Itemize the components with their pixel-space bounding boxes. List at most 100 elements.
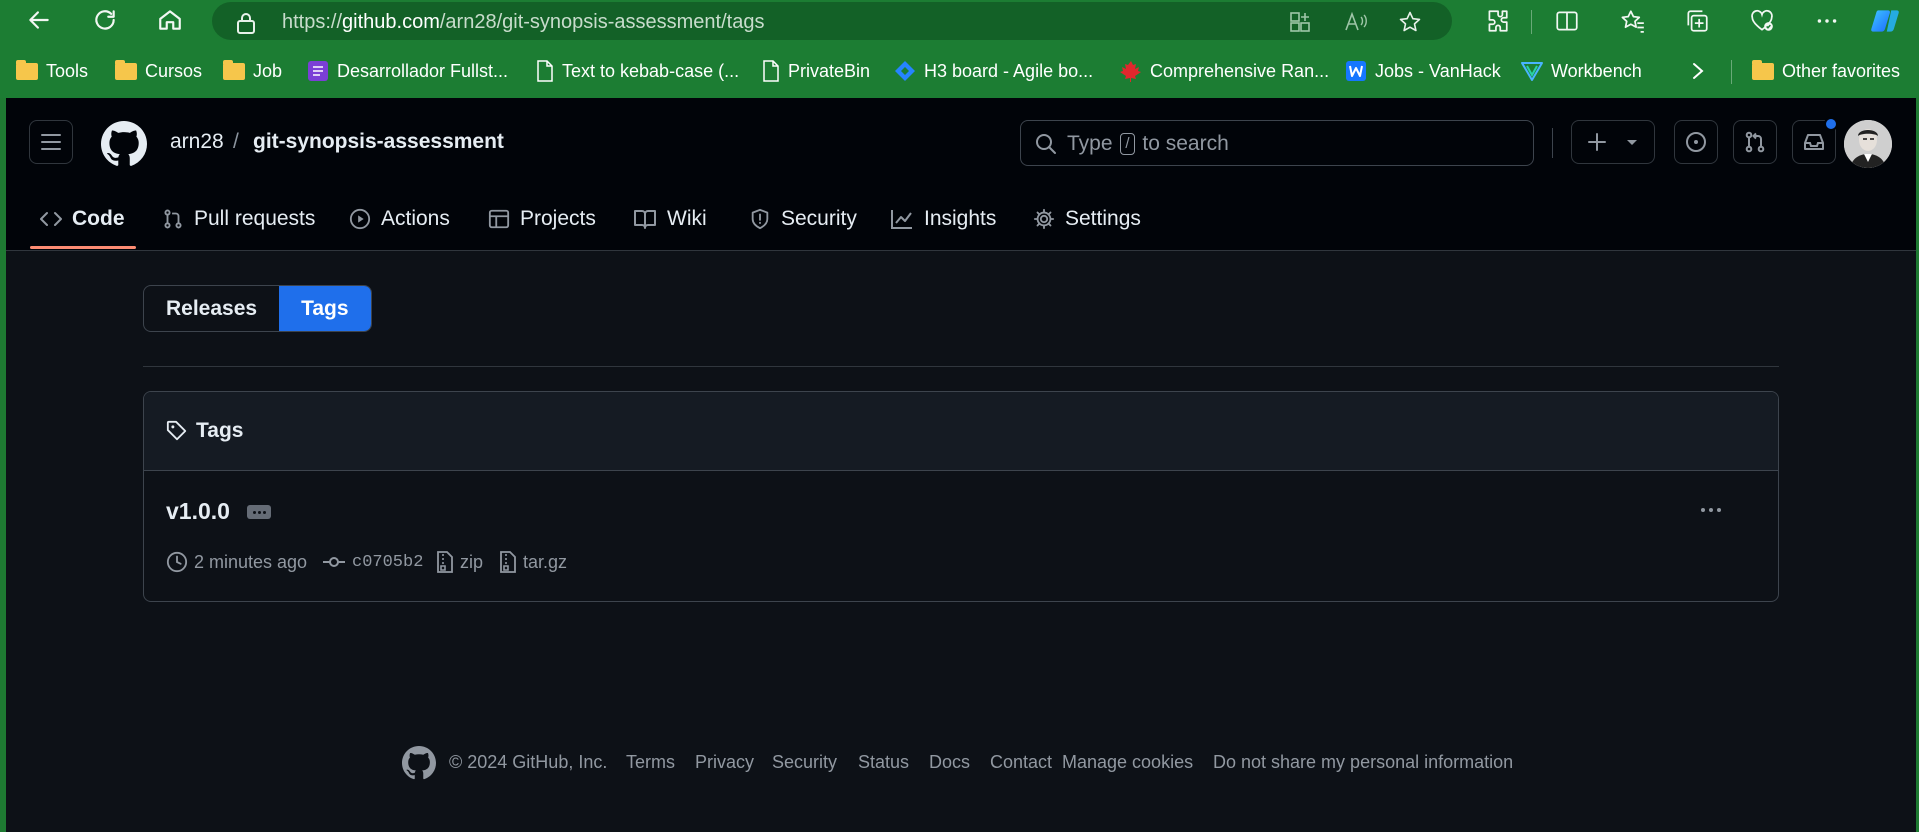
repo-header: arn28 / git-synopsis-assessment Type / t… [6,98,1916,251]
footer-link-docs[interactable]: Docs [929,752,970,773]
commit-message-toggle[interactable] [247,505,271,519]
breadcrumb-separator: / [233,130,239,153]
releases-tags-toggle: Releases Tags [143,285,372,332]
folder-icon [1752,59,1774,80]
commit-sha-link[interactable]: c0705b2 [352,553,423,572]
tab-code[interactable]: Code [40,202,125,236]
tag-zip-download[interactable]: zip [436,550,483,574]
browser-essentials-icon[interactable] [1747,6,1777,36]
tab-wiki[interactable]: Wiki [633,202,707,236]
table-icon [488,209,510,229]
read-aloud-icon[interactable] [1344,10,1368,34]
home-icon [159,10,181,30]
workbench-icon [1521,62,1543,81]
bookmark-comprehensive[interactable]: Comprehensive Ran... [1120,58,1329,84]
tab-label: Actions [381,207,450,230]
tag-name-link[interactable]: v1.0.0 [166,498,230,525]
folder-icon [223,59,245,80]
bookmark-privatebin[interactable]: PrivateBin [762,58,870,84]
relative-time: 2 minutes ago [194,551,308,572]
targz-link[interactable]: tar.gz [523,552,567,573]
tab-insights[interactable]: Insights [890,202,996,236]
clock-icon [166,551,188,573]
app-available-icon[interactable] [1288,10,1312,34]
create-new-button[interactable] [1571,120,1655,164]
favorites-icon[interactable] [1618,6,1648,36]
commit-icon [323,557,345,567]
bookmark-label: H3 board - Agile bo... [924,60,1094,81]
search-input[interactable]: Type / to search [1020,120,1534,166]
tab-label: Wiki [667,207,707,230]
more-menu-icon[interactable] [1812,6,1842,36]
jira-icon [895,61,915,81]
tags-button[interactable]: Tags [279,286,371,331]
github-logo[interactable] [101,121,147,167]
search-shortcut-key: / [1120,133,1135,155]
copilot-icon[interactable] [1870,6,1900,36]
bookmark-job[interactable]: Job [223,58,282,84]
bookmark-label: Comprehensive Ran... [1150,60,1330,81]
bookmark-tools[interactable]: Tools [16,58,88,84]
bookmark-workbench[interactable]: Workbench [1521,58,1642,84]
bookmark-vanhack[interactable]: Jobs - VanHack [1345,58,1501,84]
bookmark-other-favorites[interactable]: Other favorites [1752,58,1900,84]
github-footer-logo[interactable] [402,746,436,780]
favorite-star-icon[interactable] [1398,10,1422,34]
folder-icon [16,59,38,80]
bookmark-label: Other favorites [1782,60,1901,81]
collections-icon[interactable] [1682,6,1712,36]
bookmark-label: Cursos [145,60,203,81]
footer-link-privacy[interactable]: Privacy [695,752,754,773]
bookmarks-overflow-button[interactable] [1688,58,1708,84]
back-button[interactable] [22,4,56,36]
tab-pull-requests[interactable]: Pull requests [162,202,315,236]
footer-link-status[interactable]: Status [858,752,909,773]
footer-link-terms[interactable]: Terms [626,752,675,773]
play-icon [349,208,371,230]
inbox-icon [1804,134,1824,150]
maple-leaf-icon [1120,61,1141,82]
url-host: github.com [342,11,440,33]
footer-link-security[interactable]: Security [772,752,837,773]
folder-icon [115,59,137,80]
repo-owner-link[interactable]: arn28 [170,130,224,154]
tab-actions[interactable]: Actions [349,202,450,236]
tab-projects[interactable]: Projects [488,202,596,236]
active-tab-indicator [30,246,136,249]
extensions-icon[interactable] [1482,6,1512,36]
releases-button[interactable]: Releases [144,286,279,331]
split-screen-icon[interactable] [1552,6,1582,36]
pull-requests-button[interactable] [1733,120,1777,164]
chevron-right-icon [1693,63,1704,79]
refresh-button[interactable] [88,4,122,36]
bookmark-cursos[interactable]: Cursos [115,58,202,84]
bookmark-desarrollador[interactable]: Desarrollador Fullst... [307,58,508,84]
repo-name-link[interactable]: git-synopsis-assessment [253,130,504,154]
shield-icon [751,208,769,230]
user-avatar-icon [1844,120,1892,168]
hamburger-menu-button[interactable] [29,120,73,164]
footer-link-do-not-share[interactable]: Do not share my personal information [1213,752,1513,773]
bookmark-kebab-case[interactable]: Text to kebab-case (... [536,58,739,84]
issues-button[interactable] [1674,120,1718,164]
bookmark-label: Tools [46,60,89,81]
tag-targz-download[interactable]: tar.gz [499,550,567,574]
tag-actions-menu-button[interactable] [1696,498,1726,522]
tag-commit[interactable]: c0705b2 [322,550,423,574]
tab-security[interactable]: Security [749,202,857,236]
tag-icon [166,420,187,441]
search-icon [1036,134,1056,154]
avatar[interactable] [1844,120,1892,168]
address-bar[interactable]: https://github.com/arn28/git-synopsis-as… [212,2,1452,40]
footer-link-contact[interactable]: Contact [990,752,1052,773]
bookmark-h3-board[interactable]: H3 board - Agile bo... [894,58,1093,84]
zip-link[interactable]: zip [460,552,483,573]
tab-settings[interactable]: Settings [1033,202,1141,236]
tab-label: Security [781,207,857,230]
back-arrow-icon [29,11,49,29]
github-mark-icon [402,746,436,780]
issue-circle-icon [1686,132,1706,152]
footer-link-manage-cookies[interactable]: Manage cookies [1062,752,1193,773]
home-button[interactable] [153,4,187,36]
tags-box: Tags v1.0.0 2 minutes ago c0705b2 zip ta… [143,391,1779,602]
